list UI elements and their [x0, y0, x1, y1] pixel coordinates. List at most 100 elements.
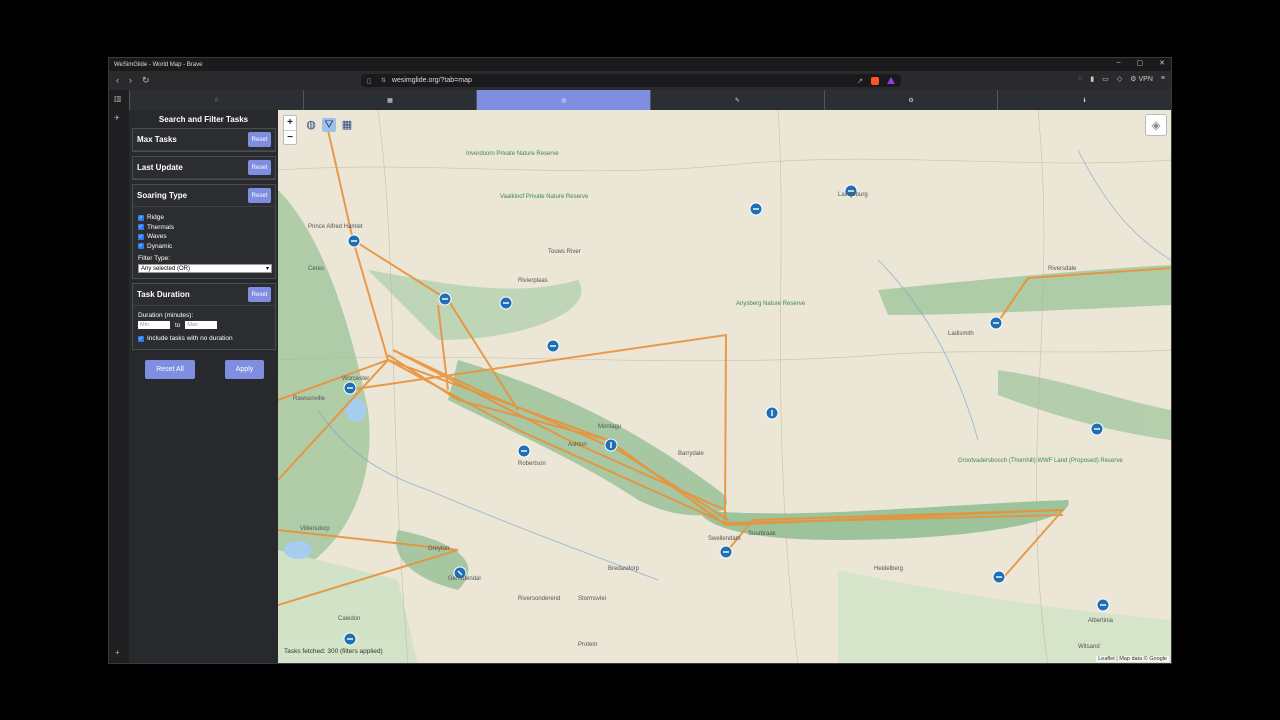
reset-all-button[interactable]: Reset All	[145, 359, 195, 379]
tab-info[interactable]: ℹ	[997, 90, 1171, 110]
browser-sidebar: ▥ ✈ +	[109, 90, 129, 663]
thermals-checkbox[interactable]: ✓ Thermals	[138, 223, 270, 233]
menu-icon[interactable]: ≡	[1161, 75, 1165, 83]
place-label: Greyton	[428, 546, 449, 552]
url-text[interactable]: wesimglide.org/?tab=map	[392, 77, 472, 84]
reload-icon[interactable]: ↻	[142, 75, 150, 86]
farmland	[278, 550, 418, 663]
soaring-type-section: Soaring Type Reset ✓ Ridge ✓ Thermals ✓ Wav…	[132, 184, 276, 279]
globe-icon: ◍	[561, 97, 567, 104]
filter-type-select[interactable]: Any selected (OR) ▾	[138, 264, 272, 273]
waves-label: Waves	[147, 233, 167, 241]
tab-settings[interactable]: ⚙	[823, 90, 998, 110]
ridge-label: Ridge	[147, 214, 164, 222]
tab-calendar[interactable]: ▦	[302, 90, 477, 110]
share-icon[interactable]: ↗	[857, 77, 863, 85]
apply-button[interactable]: Apply	[225, 359, 264, 379]
site-info-icon[interactable]: ⇅	[381, 77, 386, 84]
tab-world-map[interactable]: ◍	[476, 90, 651, 110]
place-label: Ashton	[568, 442, 587, 448]
waves-checkbox[interactable]: ✓ Waves	[138, 232, 270, 242]
place-label: Caledon	[338, 616, 360, 622]
tasks-fetched-status: Tasks fetched: 300 (filters applied)	[284, 648, 383, 655]
extensions-icon[interactable]: ◇	[1117, 75, 1122, 83]
browser-toolbar: ‹ › ↻ ▯ ⇅ wesimglide.org/?tab=map ↗ ◌ ▮ …	[109, 71, 1171, 90]
brave-shields-icon[interactable]	[871, 76, 879, 85]
river	[1077, 149, 1171, 261]
place-label: Inverdoorn Private Nature Reserve	[466, 151, 559, 157]
filter-icon[interactable]: ⛛	[322, 118, 336, 132]
home-icon: ⌂	[214, 97, 219, 103]
place-label: Worcester	[342, 376, 369, 382]
duration-label: Duration (minutes):	[138, 312, 194, 319]
globe-icon[interactable]: ◍	[304, 118, 318, 132]
mountain-terrain	[878, 265, 1171, 315]
place-label: Riversonderend	[518, 596, 560, 602]
leo-icon[interactable]: ◌	[1078, 75, 1082, 83]
check-icon: ✓	[138, 243, 144, 250]
calendar-icon: ▦	[387, 97, 393, 104]
place-label: Bredasdorp	[608, 566, 640, 572]
vpn-button[interactable]: ⚙ VPN	[1130, 75, 1153, 83]
map-attribution: Leaflet | Map data © Google	[1096, 656, 1169, 662]
max-tasks-label[interactable]: Max Tasks	[137, 135, 177, 144]
no-duration-checkbox[interactable]: ✓ Include tasks with no duration	[138, 334, 270, 344]
zoom-out-button[interactable]: −	[284, 130, 296, 144]
last-update-reset-button[interactable]: Reset	[248, 160, 271, 175]
last-update-label[interactable]: Last Update	[137, 163, 183, 172]
check-icon: ✓	[138, 233, 144, 240]
wallet-icon[interactable]: ▭	[1102, 75, 1109, 83]
sidebar-panel-icon[interactable]: ▥	[114, 94, 122, 103]
soaring-type-label[interactable]: Soaring Type	[137, 191, 187, 200]
back-icon[interactable]: ‹	[116, 75, 119, 86]
app-tab-bar: ⌂ ▦ ◍ ✎ ⚙ ℹ	[129, 90, 1171, 110]
task-duration-reset-button[interactable]: Reset	[248, 287, 271, 302]
chevron-down-icon: ▾	[265, 266, 269, 272]
ridge-checkbox[interactable]: ✓ Ridge	[138, 213, 270, 223]
lake	[284, 541, 312, 559]
browser-window: WeSimGlide - World Map - Brave – ▢ ✕ ‹ ›…	[108, 57, 1172, 664]
place-label: Heidelberg	[874, 566, 903, 572]
app-favicon-icon[interactable]: ✈	[114, 114, 120, 122]
world-map[interactable]: Inverdoorn Private Nature Reserve Vaalkl…	[278, 110, 1171, 663]
grid-icon[interactable]: ▦	[340, 118, 354, 132]
zoom-in-button[interactable]: +	[284, 116, 296, 130]
road	[777, 110, 799, 663]
place-label: Stormsvlei	[578, 596, 606, 602]
forward-icon[interactable]: ›	[129, 75, 132, 86]
window-title: WeSimGlide - World Map - Brave	[114, 61, 203, 68]
place-label: Robertson	[518, 461, 546, 467]
tab-home[interactable]: ⌂	[129, 90, 303, 110]
mountain-terrain	[998, 370, 1171, 440]
map-tool-bar: ◍ ⛛ ▦	[304, 118, 354, 132]
place-label: Ceres	[308, 266, 324, 272]
place-label: Albertinia	[1088, 618, 1114, 624]
last-update-section: Last Update Reset	[132, 156, 276, 180]
tab-tools[interactable]: ✎	[650, 90, 824, 110]
bookmark-icon[interactable]: ▯	[367, 77, 371, 85]
minimize-icon[interactable]: –	[1117, 59, 1121, 67]
task-duration-label[interactable]: Task Duration	[137, 290, 190, 299]
address-bar[interactable]: ▯ ⇅ wesimglide.org/?tab=map ↗	[361, 74, 901, 87]
place-label: Montagu	[598, 424, 621, 430]
place-label: Suurbraak	[748, 531, 777, 537]
filter-type-label: Filter Type:	[138, 255, 171, 262]
duration-max-input[interactable]: Max	[185, 321, 218, 329]
max-tasks-reset-button[interactable]: Reset	[248, 132, 271, 147]
panel-title: Search and Filter Tasks	[158, 115, 249, 124]
dynamic-checkbox[interactable]: ✓ Dynamic	[138, 242, 270, 252]
brave-rewards-icon[interactable]	[887, 77, 895, 84]
soaring-type-reset-button[interactable]: Reset	[248, 188, 271, 203]
map-canvas[interactable]: Inverdoorn Private Nature Reserve Vaalkl…	[278, 110, 1171, 663]
farmland	[838, 570, 1171, 663]
layers-icon[interactable]: ◈	[1145, 114, 1167, 136]
sidebar-toggle-icon[interactable]: ▮	[1090, 75, 1094, 83]
thermals-label: Thermals	[147, 223, 175, 231]
place-label: Witsand	[1078, 644, 1100, 650]
duration-min-input[interactable]: Min	[138, 321, 170, 329]
add-panel-icon[interactable]: +	[115, 648, 120, 657]
close-icon[interactable]: ✕	[1159, 59, 1165, 67]
place-label: Vaalkloof Private Nature Reserve	[500, 194, 589, 200]
road	[278, 158, 1171, 172]
maximize-icon[interactable]: ▢	[1137, 59, 1144, 67]
